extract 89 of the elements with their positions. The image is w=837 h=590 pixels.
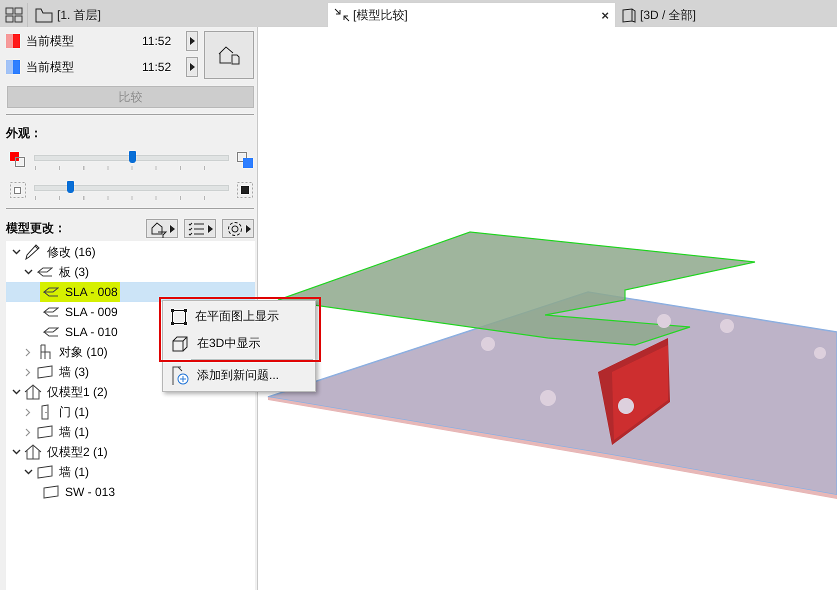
tree-label: 墙 (1) [59, 424, 89, 440]
chevron-down-icon[interactable] [12, 249, 20, 255]
play-arrow-icon [208, 224, 212, 232]
sphere-shape [618, 398, 634, 414]
close-tab-button[interactable]: × [601, 8, 609, 22]
play-arrow-icon [246, 224, 250, 232]
tree-row[interactable]: 墙 (1) [6, 462, 255, 482]
section-title: 外观： [6, 125, 43, 142]
slab-icon [43, 306, 59, 318]
model-name: 当前模型 [26, 32, 75, 50]
floor-plan-icon [34, 7, 54, 23]
first-model-color-icon [10, 152, 26, 168]
door-icon [39, 404, 51, 420]
tree-row[interactable]: 板 (3) [6, 262, 255, 282]
small-square-icon [10, 182, 26, 198]
play-arrow-icon [190, 37, 194, 45]
model-menu-button[interactable] [186, 57, 198, 77]
chevron-right-icon[interactable] [25, 428, 31, 436]
tree-label: 修改 (16) [47, 244, 96, 260]
swap-models-button[interactable] [204, 31, 254, 79]
chevron-right-icon[interactable] [25, 368, 31, 376]
slab-icon [43, 326, 59, 338]
model-time: 11:52 [142, 34, 172, 48]
tree-label: 仅模型2 (1) [47, 444, 108, 460]
sphere-shape [720, 319, 734, 333]
chevron-down-icon[interactable] [12, 389, 20, 395]
tree-label: 门 (1) [59, 404, 89, 420]
settings-icon [226, 220, 244, 238]
tree-label: SLA - 009 [65, 305, 118, 319]
chevron-right-icon[interactable] [25, 408, 31, 416]
filter-icon [150, 220, 168, 238]
chevron-down-icon[interactable] [24, 269, 32, 275]
model-time: 11:52 [142, 60, 172, 74]
tree-label: 仅模型1 (2) [47, 384, 108, 400]
add-to-issue-icon [171, 366, 189, 386]
cube-icon [171, 336, 189, 352]
pencil-icon [24, 244, 42, 260]
toolbar-button[interactable] [146, 219, 178, 238]
second-model-color-icon [237, 152, 253, 168]
collapse-arrows-icon [334, 8, 350, 22]
checklist-icon [188, 220, 206, 238]
tree-label: 墙 (1) [59, 464, 89, 480]
chevron-down-icon[interactable] [24, 469, 32, 475]
house-document-icon [217, 44, 241, 66]
tree-label: 对象 (10) [59, 344, 108, 360]
section-title: 模型更改： [6, 220, 67, 237]
house-icon [24, 384, 42, 400]
chevron-right-icon[interactable] [25, 348, 31, 356]
chevron-down-icon[interactable] [12, 449, 20, 455]
play-arrow-icon [170, 224, 174, 232]
model-name: 当前模型 [26, 58, 75, 76]
sphere-shape [540, 390, 556, 406]
square-icon [171, 308, 187, 324]
wall-icon [42, 484, 60, 500]
menu-item[interactable]: 在平面图上显示 [163, 303, 315, 330]
tab[interactable]: [3D / 全部] [615, 3, 837, 27]
slider-thumb[interactable] [128, 151, 136, 163]
tree-row[interactable]: 门 (1) [6, 402, 255, 422]
tree-label: 板 (3) [59, 264, 89, 280]
toolbar-button[interactable] [184, 219, 216, 238]
wall-icon [36, 424, 54, 440]
slab-icon [37, 266, 53, 278]
tree-label: SW - 013 [65, 485, 116, 499]
tree-label: 墙 (3) [59, 364, 89, 380]
box-icon [621, 7, 637, 23]
tab[interactable]: [1. 首层] [28, 3, 328, 27]
sphere-shape [657, 314, 671, 328]
tree-label: SLA - 010 [65, 325, 118, 339]
tree-row[interactable]: 仅模型2 (1) [6, 442, 255, 462]
chair-icon [38, 344, 52, 360]
wall-icon [36, 364, 54, 380]
grid-icon[interactable] [4, 7, 22, 23]
tree-row[interactable]: SW - 013 [6, 482, 255, 502]
tree-row[interactable]: 修改 (16) [6, 242, 255, 262]
dark-square-icon [237, 182, 253, 198]
slab-icon [43, 286, 59, 298]
toolbar-button[interactable] [222, 219, 254, 238]
tree-label: SLA - 008 [65, 285, 118, 299]
wall-icon [36, 464, 54, 480]
house-icon [24, 444, 42, 460]
sphere-shape [481, 337, 495, 351]
menu-item[interactable]: 在3D中显示 [163, 330, 315, 357]
sphere-shape [814, 347, 826, 359]
model-menu-button[interactable] [186, 31, 198, 51]
tree-row[interactable]: 墙 (1) [6, 422, 255, 442]
tree-row[interactable]: SLA - 008 [6, 282, 255, 302]
play-arrow-icon [190, 63, 194, 71]
tab[interactable]: [模型比较] × [328, 3, 615, 27]
slider-thumb[interactable] [66, 181, 74, 193]
